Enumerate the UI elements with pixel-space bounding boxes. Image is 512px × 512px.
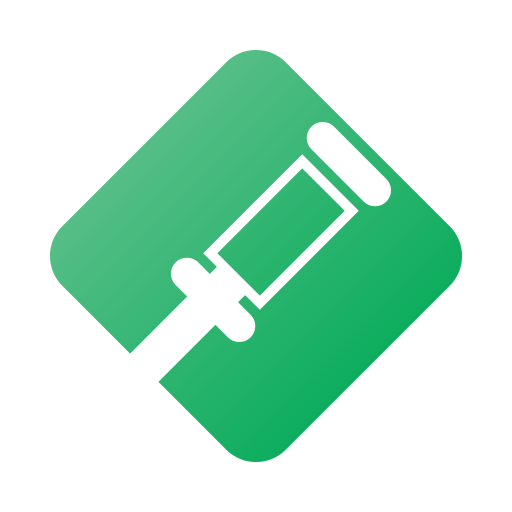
app-icon — [0, 0, 512, 512]
gavel-logo-icon — [49, 49, 463, 463]
